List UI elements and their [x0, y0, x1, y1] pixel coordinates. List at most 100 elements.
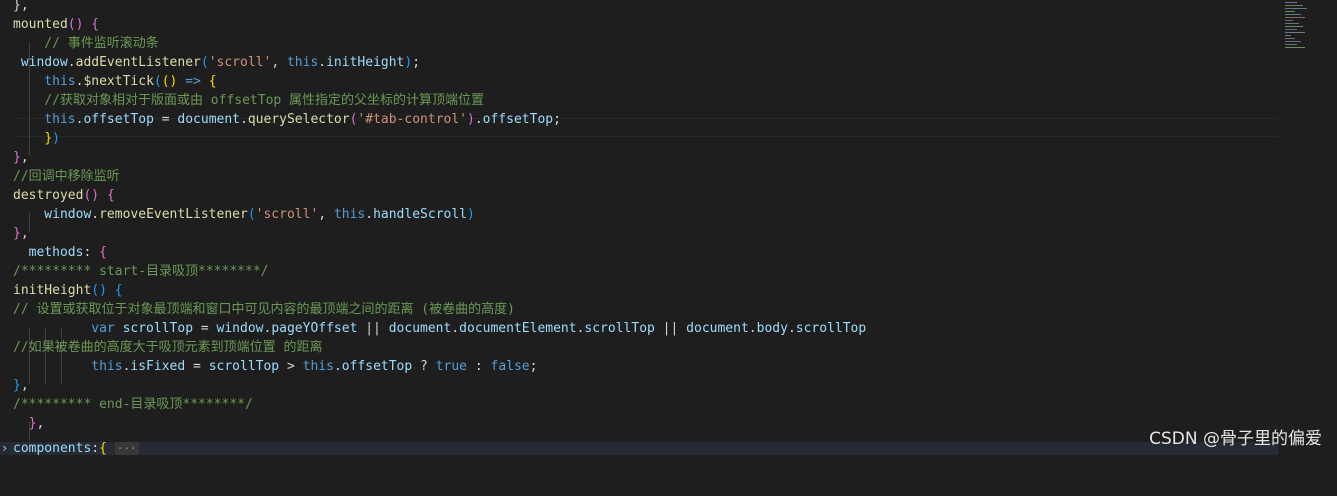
code-token: {	[99, 245, 107, 260]
code-token: 'scroll'	[208, 55, 272, 70]
code-token: }	[13, 150, 21, 165]
code-token: this	[13, 112, 76, 127]
code-token: ()	[91, 283, 107, 298]
code-line-text: //回调中移除监听	[13, 167, 120, 186]
code-token: true	[435, 359, 468, 374]
code-line-text: methods: {	[13, 243, 107, 262]
code-token: ,	[271, 55, 287, 70]
code-token: 'scroll'	[255, 207, 319, 222]
code-token: =	[185, 359, 209, 374]
code-token: =	[193, 321, 217, 336]
code-token: ;	[553, 112, 561, 127]
code-token: .	[474, 112, 483, 127]
code-token: {	[208, 74, 217, 89]
code-token: initHeight	[326, 55, 405, 70]
code-token: }	[44, 131, 53, 146]
code-line-text: // 事件监听滚动条	[13, 34, 159, 53]
code-token: this	[333, 207, 366, 222]
folded-code-line[interactable]: components:{ ···	[0, 439, 139, 458]
code-token: this	[302, 359, 334, 374]
code-token: isFixed	[130, 359, 186, 374]
code-line-text: },	[13, 414, 45, 433]
code-token: documentElement	[459, 321, 577, 336]
code-token: '#tab-control'	[357, 112, 467, 127]
code-line-text: //如果被卷曲的高度大于吸顶元素到顶端位置 的距离	[13, 338, 322, 357]
code-token: )	[467, 112, 475, 127]
code-token: this	[13, 359, 123, 374]
minimap-line	[1285, 23, 1299, 24]
code-token: //如果被卷曲的高度大于吸顶元素到顶端位置 的距离	[13, 340, 323, 355]
code-token: document	[388, 321, 452, 336]
code-token: ||	[654, 321, 687, 336]
code-line-text: this.isFixed = scrollTop > this.offsetTo…	[13, 357, 537, 376]
code-token: this	[286, 55, 319, 70]
code-token: )	[467, 207, 475, 222]
code-token: .	[748, 321, 757, 336]
minimap-line	[1285, 20, 1293, 21]
code-token: =	[153, 112, 178, 127]
code-line-text: /********* end-目录吸顶********/	[13, 395, 253, 414]
minimap-line	[1285, 32, 1305, 33]
code-token: window	[216, 321, 264, 336]
code-token: .	[240, 112, 248, 127]
code-token: document	[686, 321, 749, 336]
minimap-line	[1285, 11, 1295, 12]
code-token: document	[177, 112, 241, 127]
code-token: initHeight	[13, 283, 92, 298]
code-token: =>	[185, 74, 201, 89]
code-line-text: },	[13, 148, 29, 167]
code-token: querySelector	[247, 112, 350, 127]
minimap-line	[1285, 2, 1297, 3]
code-token: :	[83, 245, 100, 260]
minimap-line	[1285, 44, 1297, 45]
code-token: (	[200, 55, 209, 70]
code-token: .	[365, 207, 374, 222]
folded-brace: {	[99, 441, 107, 456]
code-line-text: mounted() {	[13, 15, 99, 34]
code-token: {	[114, 283, 123, 298]
code-token: ||	[357, 321, 389, 336]
code-token: {	[106, 188, 115, 203]
code-line-text: /********* start-目录吸顶********/	[13, 262, 269, 281]
code-token: addEventListener	[75, 55, 201, 70]
code-token: var	[13, 321, 115, 336]
code-token: //回调中移除监听	[13, 169, 120, 184]
code-token: offsetTop	[482, 112, 554, 127]
code-token: /********* start-目录吸顶********/	[13, 264, 269, 279]
minimap-line	[1285, 17, 1305, 18]
minimap-line	[1285, 29, 1297, 30]
minimap[interactable]	[1282, 0, 1337, 455]
minimap-line	[1285, 5, 1303, 6]
code-token: ()	[161, 74, 178, 89]
code-token: window	[13, 207, 92, 222]
code-token: ()	[67, 17, 84, 32]
code-line-text: var scrollTop = window. pageYOffset || do…	[13, 319, 866, 338]
code-line-text: this.$nextTick(() => {	[13, 72, 217, 91]
code-token: .	[318, 55, 327, 70]
code-token: offsetTop	[83, 112, 154, 127]
code-line-text: initHeight() {	[13, 281, 123, 300]
folded-line-highlight	[0, 442, 1278, 455]
code-token: .	[67, 55, 76, 70]
code-line-text: window.removeEventListener('scroll', thi…	[13, 205, 475, 224]
fold-ellipsis[interactable]: ···	[114, 442, 139, 455]
code-line-text: //获取对象相对于版面或由 offsetTop 属性指定的父坐标的计算顶端位置	[13, 91, 484, 110]
code-token: ,	[318, 207, 334, 222]
code-token: offsetTop	[341, 359, 413, 374]
code-token: ,	[36, 416, 45, 431]
code-token: window	[13, 55, 68, 70]
code-token: ;	[529, 359, 538, 374]
code-token: mounted	[13, 17, 68, 32]
code-editor[interactable]: }, mounted() { // 事件监听滚动条 window.addEvent…	[0, 0, 1278, 458]
csdn-watermark: CSDN @骨子里的偏爱	[1149, 429, 1322, 449]
code-line-text: },	[13, 376, 29, 395]
code-line-text: // 设置或获取位于对象最顶端和窗口中可见内容的最顶端之间的距离 (被卷曲的高度…	[13, 300, 515, 319]
code-token: ,	[20, 226, 29, 241]
folded-key: components	[13, 441, 92, 456]
code-token: methods	[13, 245, 84, 260]
code-token: },	[13, 0, 29, 13]
code-token: scrollTop	[122, 321, 194, 336]
